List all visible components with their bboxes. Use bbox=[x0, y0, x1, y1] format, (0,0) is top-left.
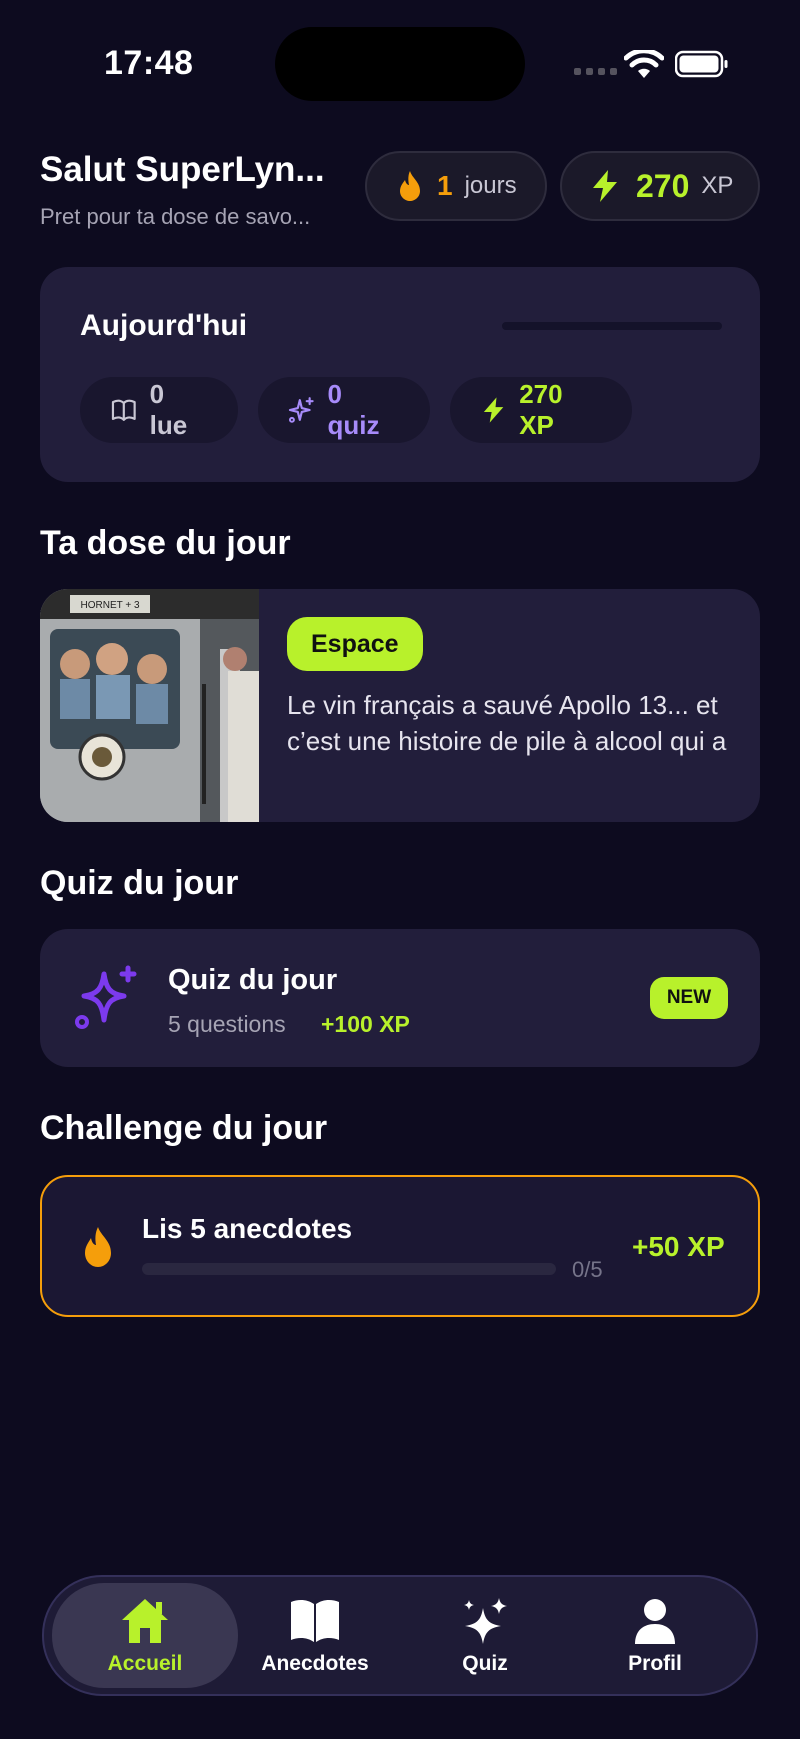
read-count-chip: 0 lue bbox=[80, 377, 238, 443]
wifi-icon bbox=[624, 50, 664, 78]
challenge-xp-reward: +50 XP bbox=[632, 1231, 725, 1262]
sparkles-icon bbox=[75, 965, 137, 1029]
xp-label: XP bbox=[701, 172, 734, 199]
quiz-count-chip: 0 quiz bbox=[258, 377, 430, 443]
sparkles-icon bbox=[464, 1597, 507, 1644]
streak-count: 1 bbox=[437, 170, 453, 201]
challenge-count: 0/5 bbox=[572, 1257, 603, 1282]
new-badge: NEW bbox=[650, 977, 728, 1019]
cellular-signal-icon bbox=[574, 68, 617, 75]
home-icon bbox=[122, 1598, 168, 1643]
quiz-count-label: 0 quiz bbox=[327, 379, 380, 440]
challenge-card[interactable]: Lis 5 anecdotes 0/5 +50 XP bbox=[40, 1175, 760, 1317]
lightning-icon bbox=[483, 397, 504, 423]
nav-item-accueil[interactable]: Accueil bbox=[52, 1583, 238, 1688]
today-progress-bar bbox=[502, 322, 722, 330]
nav-label-anecdotes: Anecdotes bbox=[261, 1651, 369, 1675]
nav-item-profil[interactable]: Profil bbox=[562, 1583, 748, 1688]
bottom-nav: Accueil Anecdotes Quiz Profil bbox=[42, 1575, 758, 1696]
nav-label-quiz: Quiz bbox=[462, 1651, 508, 1675]
status-time: 17:48 bbox=[104, 44, 194, 82]
streak-label: jours bbox=[464, 172, 517, 199]
flame-icon bbox=[400, 171, 420, 201]
quiz-section-title: Quiz du jour bbox=[40, 864, 239, 902]
read-count-label: 0 lue bbox=[149, 379, 188, 440]
today-title: Aujourd'hui bbox=[80, 309, 248, 342]
nav-label-profil: Profil bbox=[628, 1651, 682, 1675]
dose-image: HORNET + 3 bbox=[40, 589, 259, 822]
book-open-icon bbox=[111, 399, 136, 421]
xp-today-label: 270 XP bbox=[519, 379, 563, 440]
challenge-progress-bar bbox=[142, 1263, 556, 1275]
dose-text: Le vin français a sauvé Apollo 13... et … bbox=[287, 690, 727, 756]
apollo-photo: HORNET + 3 bbox=[40, 589, 259, 822]
book-icon bbox=[291, 1599, 339, 1642]
xp-pill[interactable]: 270 XP bbox=[560, 151, 760, 221]
quiz-question-count: 5 questions bbox=[168, 1011, 286, 1037]
today-card: Aujourd'hui 0 lue 0 quiz 270 XP bbox=[40, 267, 760, 482]
challenge-title: Lis 5 anecdotes bbox=[142, 1213, 353, 1244]
quiz-title: Quiz du jour bbox=[168, 964, 338, 996]
battery-icon bbox=[675, 50, 728, 78]
status-bar: 17:48 bbox=[0, 0, 800, 130]
xp-today-chip: 270 XP bbox=[450, 377, 632, 443]
nav-item-anecdotes[interactable]: Anecdotes bbox=[222, 1583, 408, 1688]
dose-section-title: Ta dose du jour bbox=[40, 524, 291, 562]
user-icon bbox=[635, 1598, 675, 1644]
greeting-subtitle: Pret pour ta dose de savo... bbox=[40, 204, 311, 229]
nav-label-accueil: Accueil bbox=[107, 1651, 183, 1675]
xp-count: 270 bbox=[636, 167, 690, 204]
nav-item-quiz[interactable]: Quiz bbox=[392, 1583, 578, 1688]
sparkle-icon bbox=[288, 397, 314, 423]
greeting-title: Salut SuperLyn... bbox=[40, 150, 325, 189]
streak-pill[interactable]: 1 jours bbox=[365, 151, 547, 221]
quiz-card[interactable]: Quiz du jour 5 questions +100 XP NEW bbox=[40, 929, 760, 1067]
dynamic-island bbox=[275, 27, 525, 101]
lightning-icon bbox=[593, 170, 617, 202]
flame-icon bbox=[85, 1227, 111, 1267]
quiz-xp-reward: +100 XP bbox=[321, 1011, 410, 1037]
dose-category-tag: Espace bbox=[287, 617, 423, 671]
dose-card[interactable]: HORNET + 3 Espace Le vin français a sauv… bbox=[40, 589, 760, 822]
challenge-section-title: Challenge du jour bbox=[40, 1109, 328, 1147]
image-caption: HORNET + 3 bbox=[81, 600, 140, 611]
